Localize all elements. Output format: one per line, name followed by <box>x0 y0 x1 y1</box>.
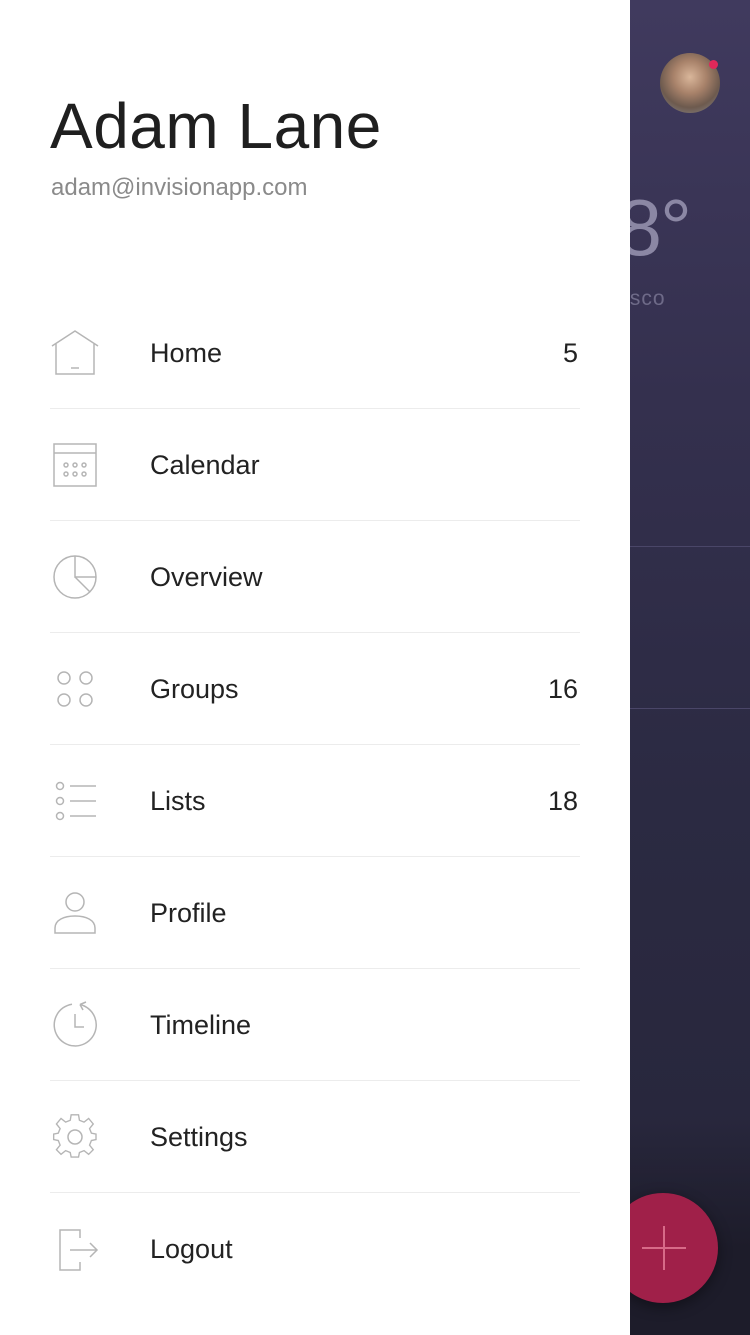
menu-list: Home 5 Calendar Overview Groups 16 Lists… <box>50 297 580 1304</box>
user-email: adam@invisionapp.com <box>51 174 308 201</box>
menu-item-label: Calendar <box>150 450 260 480</box>
menu-item-label: Timeline <box>150 1010 252 1040</box>
notification-dot <box>709 60 718 69</box>
list-icon <box>50 776 100 826</box>
menu-item-lists[interactable]: Lists 18 <box>50 745 580 857</box>
divider <box>630 708 750 709</box>
menu-item-profile[interactable]: Profile <box>50 857 580 969</box>
menu-item-overview[interactable]: Overview <box>50 521 580 633</box>
user-icon <box>50 888 100 938</box>
logout-icon <box>50 1224 100 1274</box>
menu-item-calendar[interactable]: Calendar <box>50 409 580 521</box>
groups-icon <box>50 664 100 714</box>
menu-item-count: 16 <box>547 674 578 704</box>
clock-icon <box>50 1000 100 1050</box>
menu-item-home[interactable]: Home 5 <box>50 297 580 409</box>
pie-chart-icon <box>50 552 100 602</box>
menu-item-timeline[interactable]: Timeline <box>50 969 580 1081</box>
menu-item-label: Settings <box>150 1122 248 1152</box>
user-name: Adam Lane <box>50 90 382 162</box>
menu-item-label: Groups <box>150 674 239 704</box>
menu-item-settings[interactable]: Settings <box>50 1081 580 1193</box>
home-icon <box>50 328 100 378</box>
menu-item-label: Lists <box>150 786 206 816</box>
gear-icon <box>50 1112 100 1162</box>
navigation-drawer: Adam Lane adam@invisionapp.com Home 5 Ca… <box>0 0 630 1335</box>
menu-item-label: Profile <box>150 898 227 928</box>
calendar-icon <box>50 440 100 490</box>
menu-item-count: 18 <box>547 786 578 816</box>
divider <box>630 546 750 547</box>
menu-item-label: Home <box>150 338 223 368</box>
menu-item-label: Logout <box>150 1234 233 1264</box>
menu-item-logout[interactable]: Logout <box>50 1193 580 1304</box>
menu-item-groups[interactable]: Groups 16 <box>50 633 580 745</box>
menu-item-label: Overview <box>150 562 263 592</box>
menu-item-count: 5 <box>562 338 578 368</box>
